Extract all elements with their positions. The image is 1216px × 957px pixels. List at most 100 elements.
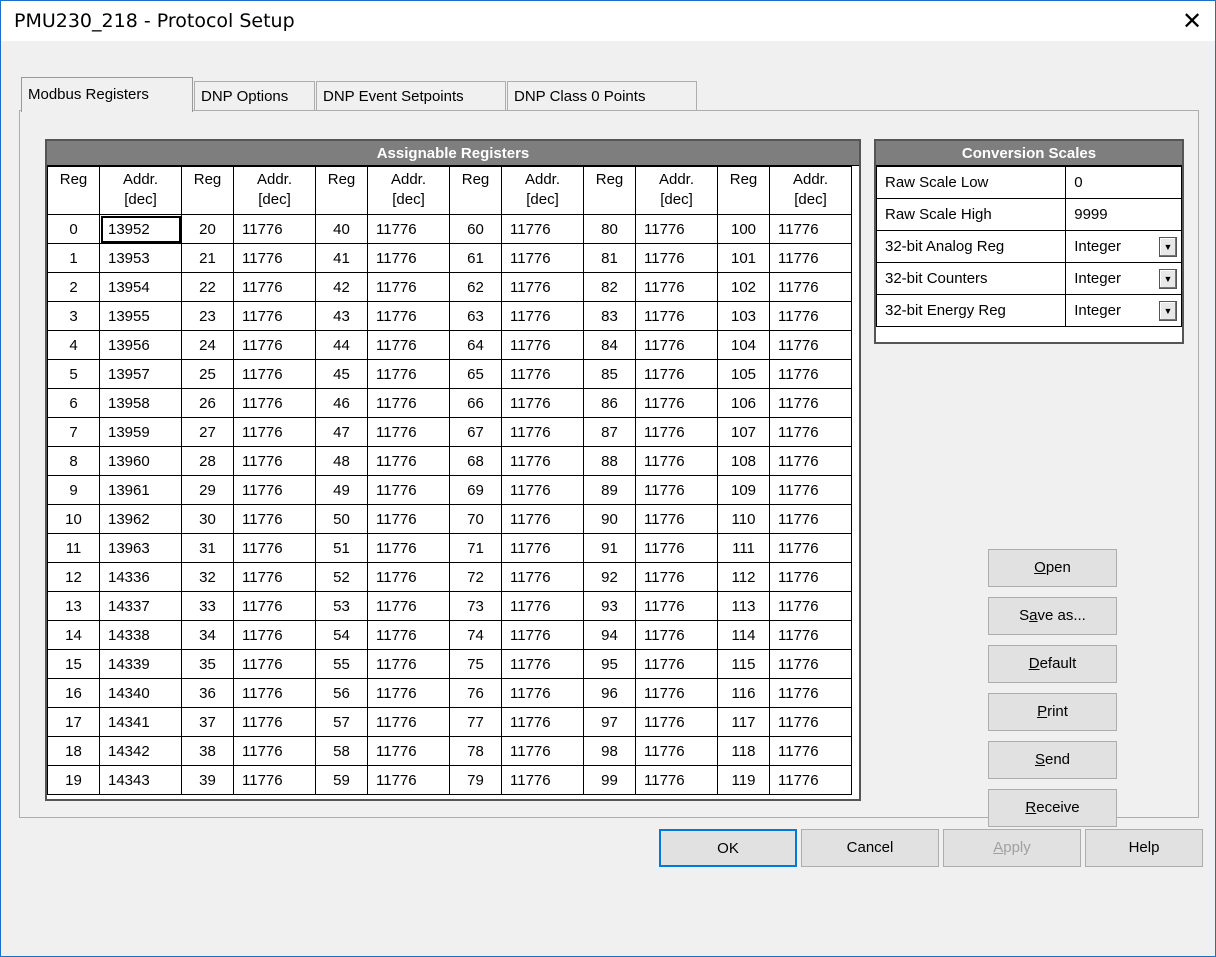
address-cell[interactable]: 11776 bbox=[769, 562, 852, 592]
address-cell[interactable]: 11776 bbox=[233, 707, 316, 737]
address-cell[interactable]: 11776 bbox=[367, 562, 450, 592]
address-cell[interactable]: 11776 bbox=[769, 765, 852, 795]
address-cell[interactable]: 11776 bbox=[367, 243, 450, 273]
address-cell[interactable]: 13956 bbox=[99, 330, 182, 360]
address-cell[interactable]: 14341 bbox=[99, 707, 182, 737]
address-cell[interactable]: 13955 bbox=[99, 301, 182, 331]
address-cell[interactable]: 11776 bbox=[233, 649, 316, 679]
conversion-select[interactable]: Integer ▼ bbox=[1065, 230, 1182, 263]
address-cell[interactable]: 11776 bbox=[501, 678, 584, 708]
address-cell[interactable]: 11776 bbox=[367, 649, 450, 679]
address-cell[interactable]: 11776 bbox=[635, 736, 718, 766]
address-cell[interactable]: 11776 bbox=[635, 243, 718, 273]
default-button[interactable]: Default bbox=[988, 645, 1117, 683]
address-cell[interactable]: 11776 bbox=[501, 707, 584, 737]
address-cell[interactable]: 11776 bbox=[367, 678, 450, 708]
ok-button[interactable]: OK bbox=[659, 829, 797, 867]
address-cell[interactable]: 11776 bbox=[635, 562, 718, 592]
address-cell[interactable]: 11776 bbox=[233, 736, 316, 766]
address-cell[interactable]: 13954 bbox=[99, 272, 182, 302]
address-cell[interactable]: 11776 bbox=[635, 417, 718, 447]
address-cell[interactable]: 11776 bbox=[635, 765, 718, 795]
address-cell[interactable]: 11776 bbox=[635, 533, 718, 563]
address-cell[interactable]: 11776 bbox=[501, 765, 584, 795]
address-cell[interactable]: 11776 bbox=[367, 475, 450, 505]
address-cell[interactable]: 11776 bbox=[635, 330, 718, 360]
address-cell[interactable]: 11776 bbox=[635, 707, 718, 737]
address-cell[interactable]: 14339 bbox=[99, 649, 182, 679]
address-cell[interactable]: 11776 bbox=[769, 359, 852, 389]
address-cell[interactable]: 11776 bbox=[769, 620, 852, 650]
address-cell[interactable]: 11776 bbox=[635, 649, 718, 679]
address-cell[interactable]: 11776 bbox=[367, 417, 450, 447]
address-cell[interactable]: 11776 bbox=[367, 301, 450, 331]
address-cell[interactable]: 11776 bbox=[501, 301, 584, 331]
address-cell[interactable]: 11776 bbox=[367, 359, 450, 389]
address-cell[interactable]: 11776 bbox=[501, 562, 584, 592]
address-cell[interactable]: 11776 bbox=[233, 504, 316, 534]
address-cell[interactable]: 11776 bbox=[635, 446, 718, 476]
address-cell[interactable]: 11776 bbox=[367, 533, 450, 563]
tab-modbus-registers[interactable]: Modbus Registers bbox=[21, 77, 193, 112]
address-cell[interactable]: 11776 bbox=[769, 591, 852, 621]
conversion-input[interactable]: 9999 bbox=[1065, 198, 1182, 231]
address-cell[interactable]: 11776 bbox=[635, 620, 718, 650]
address-cell[interactable]: 11776 bbox=[233, 272, 316, 302]
address-cell[interactable]: 11776 bbox=[233, 475, 316, 505]
send-button[interactable]: Send bbox=[988, 741, 1117, 779]
address-cell[interactable]: 11776 bbox=[635, 214, 718, 244]
dropdown-arrow-icon[interactable]: ▼ bbox=[1159, 268, 1177, 289]
address-cell[interactable]: 13952 bbox=[99, 214, 182, 244]
address-cell[interactable]: 11776 bbox=[367, 272, 450, 302]
address-cell[interactable]: 11776 bbox=[635, 591, 718, 621]
address-cell[interactable]: 11776 bbox=[501, 620, 584, 650]
address-cell[interactable]: 11776 bbox=[367, 591, 450, 621]
dropdown-arrow-icon[interactable]: ▼ bbox=[1159, 236, 1177, 257]
save-as-button[interactable]: Save as... bbox=[988, 597, 1117, 635]
address-cell[interactable]: 11776 bbox=[367, 504, 450, 534]
address-cell[interactable]: 11776 bbox=[635, 388, 718, 418]
address-cell[interactable]: 11776 bbox=[769, 272, 852, 302]
address-cell[interactable]: 11776 bbox=[501, 475, 584, 505]
address-cell[interactable]: 14336 bbox=[99, 562, 182, 592]
combo-box[interactable]: Integer ▼ bbox=[1074, 300, 1181, 321]
address-cell[interactable]: 11776 bbox=[367, 388, 450, 418]
address-cell[interactable]: 11776 bbox=[769, 736, 852, 766]
conversion-select[interactable]: Integer ▼ bbox=[1065, 294, 1182, 327]
address-cell[interactable]: 11776 bbox=[769, 243, 852, 273]
combo-box[interactable]: Integer ▼ bbox=[1074, 268, 1181, 289]
combo-box[interactable]: Integer ▼ bbox=[1074, 236, 1181, 257]
address-cell[interactable]: 11776 bbox=[367, 707, 450, 737]
address-cell[interactable]: 11776 bbox=[501, 330, 584, 360]
address-cell[interactable]: 11776 bbox=[367, 620, 450, 650]
address-cell[interactable]: 14337 bbox=[99, 591, 182, 621]
address-cell[interactable]: 11776 bbox=[501, 272, 584, 302]
address-cell[interactable]: 11776 bbox=[367, 214, 450, 244]
dropdown-arrow-icon[interactable]: ▼ bbox=[1159, 300, 1177, 321]
address-cell[interactable]: 11776 bbox=[367, 765, 450, 795]
address-cell[interactable]: 11776 bbox=[635, 301, 718, 331]
address-cell[interactable]: 11776 bbox=[635, 272, 718, 302]
address-cell[interactable]: 11776 bbox=[233, 562, 316, 592]
address-cell[interactable]: 13957 bbox=[99, 359, 182, 389]
address-cell[interactable]: 11776 bbox=[367, 736, 450, 766]
address-cell[interactable]: 13953 bbox=[99, 243, 182, 273]
address-cell[interactable]: 11776 bbox=[769, 649, 852, 679]
address-cell[interactable]: 11776 bbox=[769, 533, 852, 563]
address-cell[interactable]: 11776 bbox=[769, 301, 852, 331]
address-cell[interactable]: 11776 bbox=[233, 243, 316, 273]
address-cell[interactable]: 11776 bbox=[367, 446, 450, 476]
address-cell[interactable]: 11776 bbox=[769, 678, 852, 708]
address-cell[interactable]: 11776 bbox=[501, 417, 584, 447]
address-cell[interactable]: 11776 bbox=[769, 504, 852, 534]
conversion-input[interactable]: 0 bbox=[1065, 166, 1182, 199]
tab-dnp-options[interactable]: DNP Options bbox=[194, 81, 315, 111]
address-cell[interactable]: 11776 bbox=[501, 504, 584, 534]
address-cell[interactable]: 11776 bbox=[233, 446, 316, 476]
address-cell[interactable]: 11776 bbox=[635, 504, 718, 534]
address-cell[interactable]: 11776 bbox=[233, 417, 316, 447]
address-cell[interactable]: 11776 bbox=[501, 736, 584, 766]
apply-button[interactable]: Apply bbox=[943, 829, 1081, 867]
address-cell[interactable]: 13963 bbox=[99, 533, 182, 563]
address-cell[interactable]: 11776 bbox=[233, 765, 316, 795]
